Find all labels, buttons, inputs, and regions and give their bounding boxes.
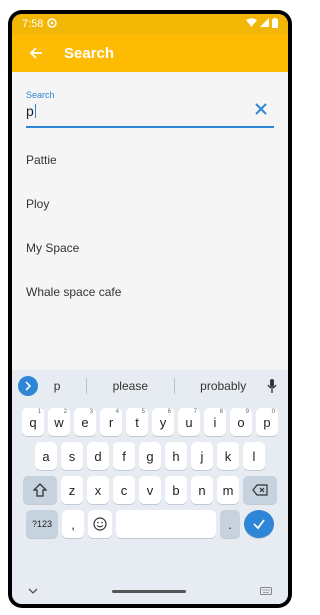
- key[interactable]: n: [191, 476, 213, 504]
- keyboard-row-2: a s d f g h j k l: [12, 442, 288, 470]
- voice-input-button[interactable]: [262, 376, 282, 396]
- key[interactable]: q1: [22, 408, 44, 436]
- key[interactable]: s: [61, 442, 83, 470]
- key[interactable]: x: [87, 476, 109, 504]
- shift-icon: [33, 483, 47, 497]
- key[interactable]: k: [217, 442, 239, 470]
- keyboard-switch-button[interactable]: [260, 582, 272, 600]
- hide-keyboard-button[interactable]: [28, 582, 38, 600]
- microphone-icon: [267, 379, 277, 393]
- space-key[interactable]: [116, 510, 216, 538]
- period-key[interactable]: .: [220, 510, 240, 538]
- key[interactable]: d: [87, 442, 109, 470]
- status-bar: 7:58: [12, 14, 288, 34]
- text-cursor: [34, 104, 36, 118]
- screen: 7:58 Search Search p Pattie Ploy My Spac…: [12, 14, 288, 604]
- close-icon: [255, 103, 267, 115]
- key[interactable]: v: [139, 476, 161, 504]
- search-results: Pattie Ploy My Space Whale space cafe: [12, 138, 288, 314]
- app-bar: Search: [12, 34, 288, 72]
- suggestion-bar: p please probably: [12, 370, 288, 402]
- key[interactable]: z: [61, 476, 83, 504]
- key[interactable]: g: [139, 442, 161, 470]
- backspace-key[interactable]: [243, 476, 277, 504]
- key[interactable]: o9: [230, 408, 252, 436]
- navigation-bar: [12, 578, 288, 604]
- key[interactable]: e3: [74, 408, 96, 436]
- device-frame: 7:58 Search Search p Pattie Ploy My Spac…: [8, 10, 292, 608]
- key[interactable]: p0: [256, 408, 278, 436]
- key[interactable]: w2: [48, 408, 70, 436]
- keyboard-row-3: z x c v b n m: [12, 476, 288, 504]
- key[interactable]: b: [165, 476, 187, 504]
- result-item[interactable]: My Space: [12, 226, 288, 270]
- backspace-icon: [252, 484, 268, 496]
- battery-icon: [272, 17, 278, 31]
- result-item[interactable]: Whale space cafe: [12, 270, 288, 314]
- result-item[interactable]: Ploy: [12, 182, 288, 226]
- clear-search-button[interactable]: [252, 100, 270, 118]
- expand-toolbar-button[interactable]: [18, 376, 38, 396]
- arrow-back-icon: [29, 47, 42, 59]
- key[interactable]: u7: [178, 408, 200, 436]
- divider: [173, 378, 175, 394]
- status-time: 7:58: [22, 18, 44, 30]
- soft-keyboard: p please probably q1 w2 e3 r4 t5 y6 u7 i…: [12, 370, 288, 604]
- key[interactable]: l: [243, 442, 265, 470]
- suggestion[interactable]: please: [107, 379, 154, 393]
- page-title: Search: [64, 44, 115, 62]
- comma-key[interactable]: ,: [62, 510, 84, 538]
- result-item[interactable]: Pattie: [12, 138, 288, 182]
- symbols-key[interactable]: ?123: [26, 510, 58, 538]
- key[interactable]: h: [165, 442, 187, 470]
- search-label: Search: [26, 90, 55, 100]
- search-input[interactable]: Search p: [26, 90, 274, 128]
- signal-icon: [260, 18, 269, 30]
- key[interactable]: r4: [100, 408, 122, 436]
- key[interactable]: m: [217, 476, 239, 504]
- key[interactable]: y6: [152, 408, 174, 436]
- emoji-icon: [93, 517, 107, 531]
- suggestion[interactable]: p: [48, 379, 67, 393]
- key[interactable]: j: [191, 442, 213, 470]
- wifi-icon: [246, 18, 257, 30]
- search-value: p: [26, 103, 34, 119]
- emoji-key[interactable]: [88, 510, 112, 538]
- key[interactable]: f: [113, 442, 135, 470]
- back-button[interactable]: [24, 41, 48, 65]
- chevron-right-icon: [25, 381, 32, 391]
- keyboard-row-4: ?123 , .: [12, 510, 288, 538]
- checkmark-icon: [253, 519, 265, 530]
- notification-icon: [47, 17, 58, 31]
- suggestion[interactable]: probably: [194, 379, 252, 393]
- keyboard-row-1: q1 w2 e3 r4 t5 y6 u7 i8 o9 p0: [12, 408, 288, 436]
- enter-key[interactable]: [244, 510, 274, 538]
- keyboard-icon: [260, 587, 272, 595]
- key[interactable]: c: [113, 476, 135, 504]
- key[interactable]: i8: [204, 408, 226, 436]
- home-indicator[interactable]: [112, 589, 186, 593]
- chevron-down-icon: [28, 588, 38, 594]
- search-container: Search p: [12, 72, 288, 128]
- key[interactable]: a: [35, 442, 57, 470]
- shift-key[interactable]: [23, 476, 57, 504]
- key[interactable]: t5: [126, 408, 148, 436]
- divider: [86, 378, 88, 394]
